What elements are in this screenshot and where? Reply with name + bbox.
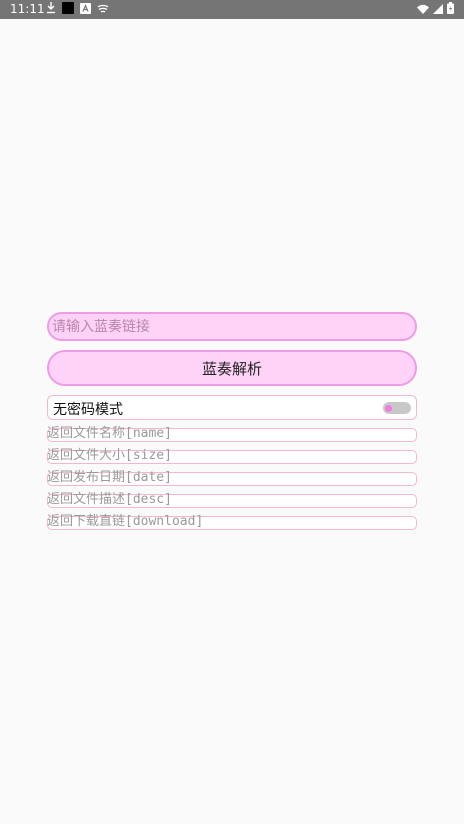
parse-button-label: 蓝奏解析: [201, 359, 262, 378]
notification-icons: [46, 2, 109, 17]
no-password-switch[interactable]: [383, 402, 411, 414]
result-download-text: 返回下载直链[download]: [47, 514, 204, 529]
result-date-field[interactable]: 返回发布日期[date]: [47, 470, 417, 486]
result-name-field[interactable]: 返回文件名称[name]: [47, 426, 417, 442]
system-icons: [417, 2, 454, 17]
result-date-text: 返回发布日期[date]: [47, 470, 172, 485]
download-icon: [46, 2, 56, 17]
result-size-field[interactable]: 返回文件大小[size]: [47, 448, 417, 464]
signal-icon: [433, 3, 443, 17]
no-password-label: 无密码模式: [53, 402, 123, 418]
result-download-field[interactable]: 返回下载直链[download]: [47, 514, 417, 530]
status-bar: 11:11: [0, 0, 464, 19]
link-input[interactable]: [47, 312, 417, 341]
shield-icon: [97, 3, 109, 17]
status-time: 11:11: [10, 2, 45, 16]
battery-icon: [447, 2, 454, 17]
parse-button[interactable]: 蓝奏解析: [47, 350, 417, 386]
no-password-row: 无密码模式: [47, 395, 417, 420]
switch-thumb: [385, 405, 392, 412]
result-desc-field[interactable]: 返回文件描述[desc]: [47, 492, 417, 508]
result-name-text: 返回文件名称[name]: [47, 426, 172, 441]
result-size-text: 返回文件大小[size]: [47, 448, 172, 463]
result-desc-text: 返回文件描述[desc]: [47, 492, 172, 507]
wifi-icon: [417, 3, 429, 17]
square-icon: [62, 2, 74, 17]
a-icon: [80, 2, 91, 17]
